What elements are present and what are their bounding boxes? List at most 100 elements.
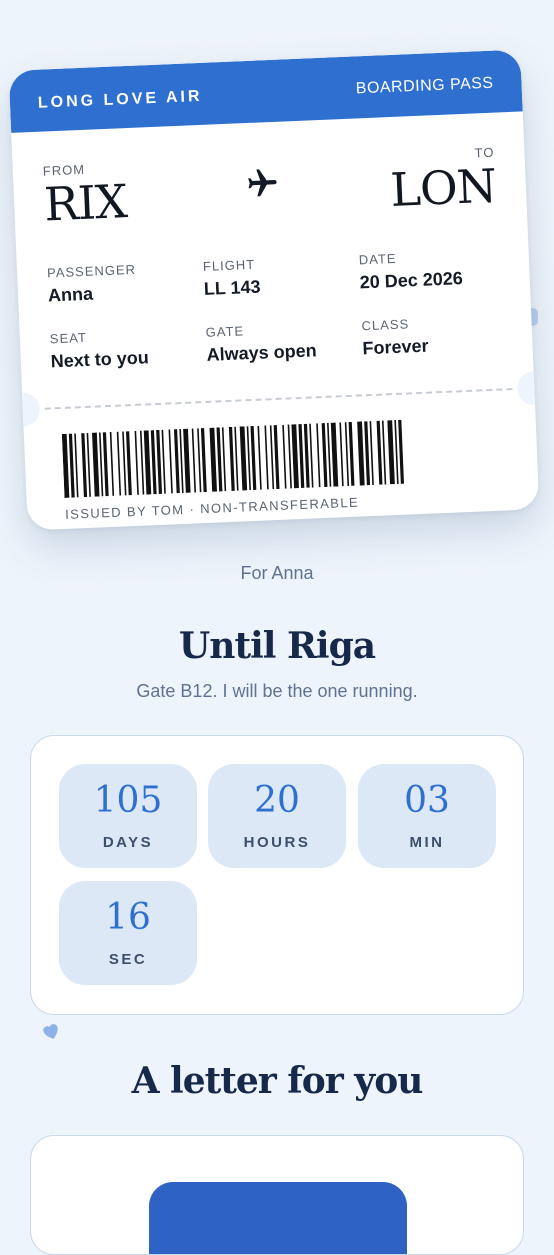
days-value: 105 bbox=[93, 780, 163, 821]
barcode-bar bbox=[364, 421, 371, 486]
class-label: CLASS bbox=[361, 316, 410, 334]
barcode-bar bbox=[264, 425, 269, 490]
barcode-bar bbox=[398, 419, 405, 484]
tile-minutes: 03 MIN bbox=[358, 764, 496, 868]
barcode-bar bbox=[282, 424, 287, 489]
barcode-bar bbox=[344, 422, 350, 487]
barcode-bar bbox=[239, 426, 248, 491]
class-value: Forever bbox=[362, 335, 429, 359]
barcode-bar bbox=[168, 429, 173, 494]
barcode-bar bbox=[228, 426, 235, 491]
letter-title: A letter for you bbox=[131, 1060, 424, 1102]
barcode-bar bbox=[197, 428, 202, 493]
tile-hours: 20 HOURS bbox=[208, 764, 346, 868]
barcode-bar bbox=[134, 430, 139, 495]
barcode-bar bbox=[74, 433, 79, 498]
left-notch bbox=[8, 391, 41, 428]
from-code: RIX bbox=[43, 174, 128, 232]
barcode bbox=[61, 419, 405, 498]
barcode-bar bbox=[173, 429, 180, 494]
barcode-bar bbox=[250, 425, 257, 491]
countdown-title: Until Riga bbox=[178, 625, 376, 667]
barcode-bar bbox=[291, 424, 299, 489]
barcode-bar bbox=[257, 425, 262, 490]
boarding-pass-card: LONG LOVE AIR BOARDING PASS FROM RIX TO … bbox=[8, 49, 540, 531]
barcode-bar bbox=[339, 422, 344, 487]
barcode-bar bbox=[143, 430, 152, 495]
date-value: 20 Dec 2026 bbox=[359, 268, 464, 293]
barcode-bar bbox=[357, 421, 365, 486]
barcode-bar bbox=[327, 422, 332, 487]
barcode-bar bbox=[81, 433, 88, 498]
barcode-bar bbox=[86, 432, 91, 497]
envelope[interactable] bbox=[149, 1182, 407, 1254]
barcode-bar bbox=[156, 429, 163, 495]
barcode-bar bbox=[61, 433, 70, 498]
barcode-bar bbox=[179, 429, 184, 494]
barcode-bar bbox=[150, 430, 157, 495]
airline-name: LONG LOVE AIR bbox=[37, 87, 203, 112]
barcode-bar bbox=[394, 420, 399, 485]
minutes-label: MIN bbox=[409, 834, 445, 851]
to-code: LON bbox=[389, 158, 497, 218]
barcode-bar bbox=[191, 428, 197, 493]
barcode-bar bbox=[387, 420, 395, 485]
barcode-bar bbox=[109, 431, 115, 496]
barcode-bar bbox=[316, 423, 321, 488]
countdown-card: 105 DAYS 20 HOURS 03 MIN 16 SEC bbox=[30, 735, 524, 1015]
barcode-bar bbox=[221, 427, 227, 492]
barcode-bar bbox=[287, 424, 292, 489]
barcode-bar bbox=[102, 432, 109, 497]
passenger-value: Anna bbox=[47, 283, 94, 306]
airplane-icon bbox=[248, 169, 277, 197]
barcode-bar bbox=[209, 427, 217, 492]
barcode-bar bbox=[269, 425, 275, 490]
right-notch bbox=[516, 370, 540, 406]
seat-value: Next to you bbox=[50, 347, 150, 372]
pass-type: BOARDING PASS bbox=[355, 74, 494, 98]
barcode-bar bbox=[139, 430, 145, 495]
barcode-bar bbox=[200, 428, 207, 493]
barcode-bar bbox=[376, 420, 383, 485]
gate-value: Always open bbox=[206, 340, 318, 365]
barcode-bar bbox=[161, 429, 166, 494]
barcode-bar bbox=[92, 432, 100, 497]
barcode-bar bbox=[303, 423, 310, 488]
minutes-value: 03 bbox=[404, 780, 450, 821]
barcode-bar bbox=[309, 423, 314, 488]
days-label: DAYS bbox=[102, 834, 154, 851]
barcode-bar bbox=[330, 422, 339, 487]
barcode-bar bbox=[122, 431, 127, 496]
barcode-bar bbox=[216, 427, 223, 492]
tile-days: 105 DAYS bbox=[59, 764, 197, 868]
barcode-bar bbox=[234, 426, 239, 491]
barcode-bar bbox=[381, 420, 387, 485]
barcode-bar bbox=[183, 428, 191, 493]
heart-icon bbox=[43, 1024, 58, 1039]
tile-seconds: 16 SEC bbox=[59, 881, 197, 985]
barcode-bar bbox=[298, 423, 305, 489]
barcode-bar bbox=[68, 433, 75, 498]
barcode-bar bbox=[348, 421, 355, 486]
flight-value: LL 143 bbox=[203, 276, 261, 299]
barcode-bar bbox=[125, 431, 132, 496]
gate-label: GATE bbox=[205, 323, 245, 340]
flight-label: FLIGHT bbox=[202, 256, 256, 274]
countdown-subtitle: Gate B12. I will be the one running. bbox=[136, 681, 418, 701]
pass-header: LONG LOVE AIR BOARDING PASS bbox=[8, 49, 523, 133]
seconds-label: SEC bbox=[108, 951, 148, 968]
letter-card[interactable] bbox=[30, 1135, 524, 1255]
barcode-bar bbox=[99, 432, 104, 497]
seconds-value: 16 bbox=[105, 897, 151, 938]
barcode-bar bbox=[321, 422, 328, 488]
seat-label: SEAT bbox=[49, 329, 88, 347]
barcode-bar bbox=[273, 424, 280, 490]
dedication: For Anna bbox=[240, 563, 314, 583]
hours-label: HOURS bbox=[243, 834, 311, 851]
passenger-label: PASSENGER bbox=[46, 261, 137, 281]
tear-line bbox=[44, 388, 513, 410]
issued-note: ISSUED BY TOM · NON-TRANSFERABLE bbox=[64, 494, 360, 522]
date-label: DATE bbox=[358, 250, 397, 268]
boarding-pass: LONG LOVE AIR BOARDING PASS FROM RIX TO … bbox=[8, 49, 540, 531]
hours-value: 20 bbox=[254, 780, 300, 821]
